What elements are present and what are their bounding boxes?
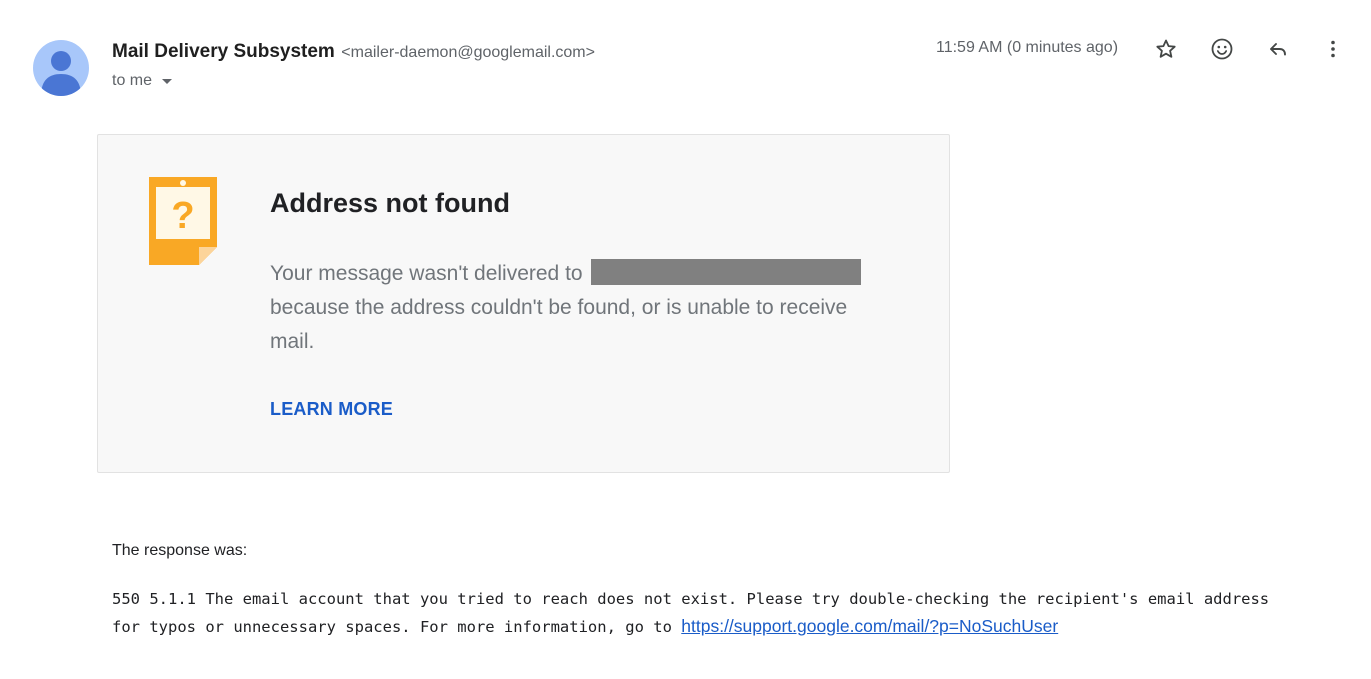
star-button[interactable] [1151, 34, 1181, 64]
card-title: Address not found [270, 188, 510, 218]
star-icon [1156, 39, 1176, 58]
question-note-icon: ? [149, 177, 217, 270]
message-suffix: because the address couldn't be found, o… [270, 296, 848, 353]
response-line-1: 550 5.1.1 The email account that you tri… [112, 590, 1270, 608]
reply-icon [1270, 43, 1286, 56]
avatar[interactable] [33, 40, 89, 96]
emoji-icon [1211, 38, 1233, 60]
recipient-details-toggle[interactable]: to me [112, 72, 173, 90]
response-line-2: for typos or unnecessary spaces. For mor… [112, 613, 1367, 641]
bounce-notice-card: ? Address not found Your message wasn't … [97, 134, 950, 473]
sender-name[interactable]: Mail Delivery Subsystem [112, 41, 335, 62]
timestamp: 11:59 AM (0 minutes ago) [936, 39, 1119, 56]
recipient-label: to me [112, 72, 153, 89]
person-icon [41, 51, 81, 96]
support-link[interactable]: https://support.google.com/mail/?p=NoSuc… [681, 616, 1058, 636]
svg-text:?: ? [171, 195, 194, 237]
sender-line: Mail Delivery Subsystem <mailer-daemon@g… [112, 41, 595, 63]
sender-email: <mailer-daemon@googlemail.com> [341, 44, 595, 61]
chevron-down-icon [162, 78, 173, 84]
response-line-2-text: for typos or unnecessary spaces. For mor… [112, 618, 672, 636]
more-options-button[interactable] [1318, 34, 1348, 64]
response-body: 550 5.1.1 The email account that you tri… [112, 586, 1367, 641]
emoji-reaction-button[interactable] [1207, 34, 1237, 64]
message-prefix: Your message wasn't delivered to [270, 262, 583, 285]
learn-more-link[interactable]: LEARN MORE [270, 399, 393, 420]
reply-button[interactable] [1263, 34, 1293, 64]
response-label: The response was: [112, 542, 248, 559]
redacted-address [591, 259, 862, 285]
card-message: Your message wasn't delivered to because… [270, 257, 890, 359]
more-vert-icon [1331, 40, 1335, 58]
